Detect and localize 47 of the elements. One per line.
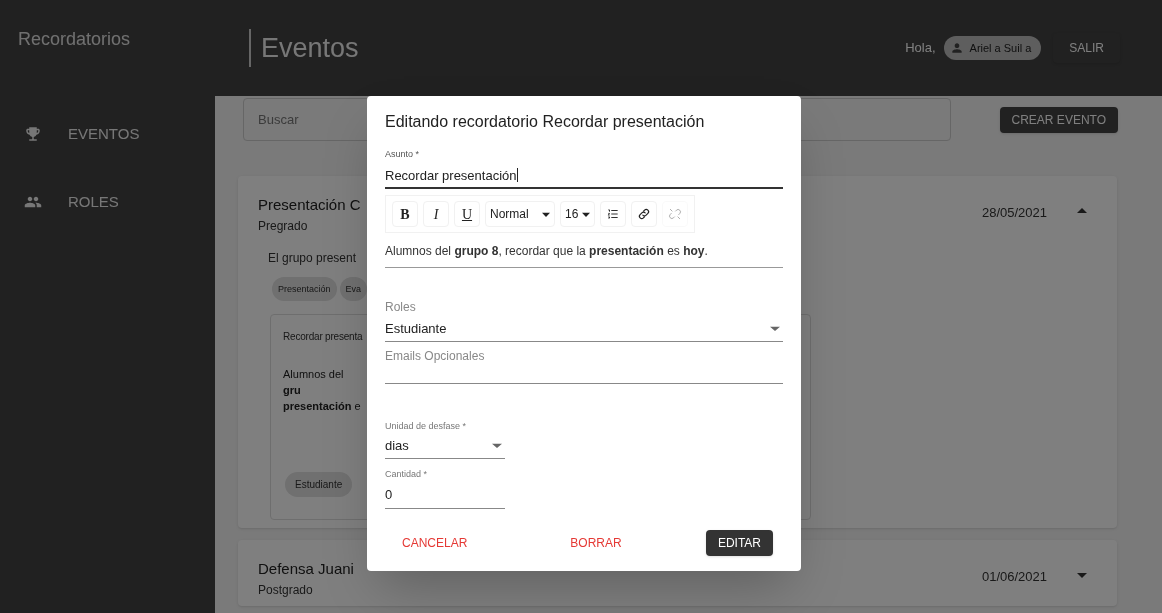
role-chip: Estudiante xyxy=(285,471,353,497)
tag: Presentación xyxy=(272,276,337,301)
subject-field[interactable]: Asunto * Recordar presentación xyxy=(385,148,783,189)
italic-button[interactable]: I xyxy=(423,201,449,227)
dropdown-arrow-icon xyxy=(492,443,502,449)
list-button[interactable] xyxy=(600,201,627,227)
numbered-list-icon xyxy=(606,207,621,221)
logout-button[interactable]: SALIR xyxy=(1053,33,1120,63)
caret-icon xyxy=(542,211,550,217)
broken-link-icon xyxy=(668,207,683,221)
cancel-button[interactable]: CANCELAR xyxy=(385,529,485,556)
edit-button[interactable]: EDITAR xyxy=(705,529,773,556)
dropdown-button[interactable]: Normal xyxy=(485,201,555,227)
event-description: El grupo present xyxy=(268,249,357,267)
sidebar-item[interactable]: ROLES xyxy=(0,168,215,236)
event-title: Defensa Juani xyxy=(258,559,354,579)
event-subtitle: Pregrado xyxy=(258,217,308,235)
quantity-field[interactable]: Cantidad * 0 xyxy=(385,467,505,509)
trophy-icon xyxy=(24,125,42,143)
bold-button[interactable]: B xyxy=(392,201,418,227)
reminder-body: Alumnos del gru presentación e xyxy=(283,366,362,414)
page-title: Eventos xyxy=(261,31,360,65)
select-field[interactable]: Roles Estudiante xyxy=(385,298,783,342)
tag: Eva xyxy=(339,276,368,301)
emails-field[interactable]: Emails Opcionales xyxy=(385,346,783,384)
sidebar-item[interactable]: EVENTOS xyxy=(0,100,215,168)
event-title: Presentación C xyxy=(258,195,361,215)
delete-button[interactable]: BORRAR xyxy=(553,529,639,556)
caret-icon xyxy=(582,211,591,217)
person-icon xyxy=(949,41,964,55)
editor-text[interactable]: Alumnos del grupo 8, recordar que la presentación es hoy. xyxy=(385,242,783,268)
caret-down-icon[interactable] xyxy=(1077,572,1087,578)
event-date: 28/05/2021 xyxy=(981,204,1047,222)
link-icon xyxy=(637,207,652,221)
reminder-subject: Recordar presenta xyxy=(283,329,363,344)
app-title: Recordatorios xyxy=(18,28,132,51)
dialog-title: Editando recordatorio Recordar presentación xyxy=(385,112,706,132)
create-event-button[interactable]: CREAR EVENTO xyxy=(999,106,1118,133)
greeting: Hola, xyxy=(905,39,936,58)
dropdown-button[interactable]: 16 xyxy=(560,201,596,227)
event-subtitle: Postgrado xyxy=(258,581,313,599)
underline-button[interactable]: U xyxy=(454,201,480,227)
dropdown-arrow-icon xyxy=(770,326,780,332)
event-date: 01/06/2021 xyxy=(981,568,1047,586)
link-button[interactable] xyxy=(631,201,658,227)
select-field[interactable]: Unidad de desfase * dias xyxy=(385,419,505,459)
caret-up-icon[interactable] xyxy=(1077,208,1087,214)
